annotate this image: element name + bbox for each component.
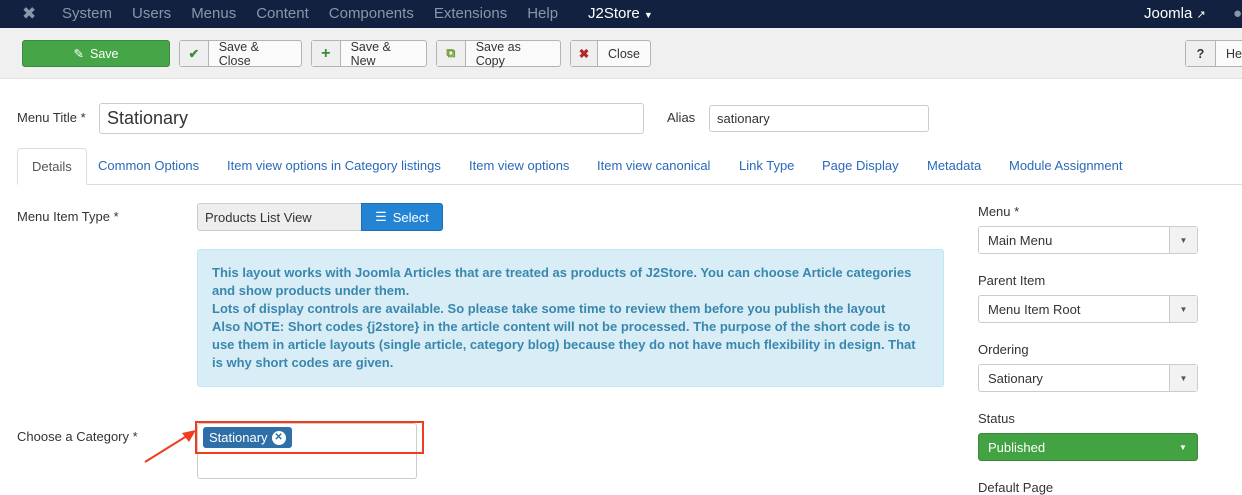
close-button[interactable]: ✖ Close [570,40,651,67]
ordering-label: Ordering [978,342,1029,357]
alias-input[interactable]: sationary [709,105,929,132]
menu-menus[interactable]: Menus [191,5,236,22]
menu-help[interactable]: Help [527,5,558,22]
top-navbar: ✖ System Users Menus Content Components … [0,0,1242,28]
caret-down-icon: ▼ [1169,227,1197,253]
save-new-label: Save & New [350,39,391,68]
parent-item-select[interactable]: Menu Item Root ▼ [978,295,1198,323]
annotation-arrow-icon [144,430,196,463]
tab-page-display[interactable]: Page Display [808,148,913,185]
external-link-icon: ↗ [1196,9,1206,21]
close-label: Close [608,46,640,61]
close-circle-icon: ✖ [571,41,599,66]
tab-bar: Details Common Options Item view options… [17,148,1242,185]
user-icon[interactable]: ● [1233,5,1242,22]
select-label: Select [392,209,429,225]
copy-icon: ⧉ [437,41,466,66]
ordering-value: Sationary [988,370,1043,386]
site-label: Joomla [1144,5,1193,22]
menu-extensions[interactable]: Extensions [434,5,507,22]
toolbar: ✎ Save ✔ Save & Close + Save & New ⧉ Save as… [0,28,1242,79]
parent-item-label: Parent Item [978,273,1046,288]
question-icon: ? [1186,41,1216,66]
save-copy-button[interactable]: ⧉ Save as Copy [436,39,561,68]
menu-item-type-label: Menu Item Type * [17,209,119,224]
tab-link-type[interactable]: Link Type [725,148,808,185]
menu-system[interactable]: System [62,5,112,22]
check-icon: ✔ [180,41,209,66]
caret-down-icon: ▼ [1169,365,1197,391]
caret-down-icon: ▼ [1179,442,1187,452]
save-copy-label: Save as Copy [475,39,521,68]
save-button[interactable]: ✎ Save [22,40,170,67]
status-label: Status [978,411,1015,426]
menu-content[interactable]: Content [256,5,309,22]
menu-label: Menu * [978,204,1020,219]
save-close-label: Save & Close [218,39,259,68]
main-menu: System Users Menus Content Components Ex… [62,5,558,22]
select-type-button[interactable]: ☰ Select [361,203,443,231]
tab-details[interactable]: Details [17,148,87,185]
tab-metadata[interactable]: Metadata [913,148,995,185]
status-select[interactable]: Published ▼ [978,433,1198,461]
menu-title-input[interactable]: Stationary [99,103,644,134]
menu-components[interactable]: Components [329,5,414,22]
site-link[interactable]: Joomla ↗ [1144,5,1206,22]
menu-select[interactable]: Main Menu ▼ [978,226,1198,254]
highlight-box [195,421,424,454]
save-label: Save [89,46,119,61]
menu-users[interactable]: Users [132,5,171,22]
save-new-button[interactable]: + Save & New [311,39,427,68]
info-line: Lots of display controls are available. … [212,301,886,316]
ordering-select[interactable]: Sationary ▼ [978,364,1198,392]
save-close-button[interactable]: ✔ Save & Close [179,39,302,68]
help-button[interactable]: ? Help [1185,40,1242,67]
info-line: Also NOTE: Short codes {j2store} in the … [212,319,916,370]
menu-item-type-value: Products List View [197,203,362,231]
alias-label: Alias [667,110,696,125]
help-label: Help [1226,46,1242,61]
default-page-label: Default Page [978,480,1054,495]
tab-module-assignment[interactable]: Module Assignment [995,148,1136,185]
tab-item-view-options[interactable]: Item view options [455,148,583,185]
list-icon: ☰ [375,209,387,224]
menu-value: Main Menu [988,232,1053,248]
caret-down-icon: ▼ [1169,296,1197,322]
info-alert: This layout works with Joomla Articles t… [197,249,944,387]
category-label: Choose a Category * [17,429,138,444]
j2store-label: J2Store [588,5,640,22]
menu-j2store[interactable]: J2Store ▼ [588,5,653,22]
parent-item-value: Menu Item Root [988,301,1081,317]
info-line: This layout works with Joomla Articles t… [212,265,912,298]
caret-down-icon: ▼ [643,10,653,20]
tab-item-view-canonical[interactable]: Item view canonical [583,148,724,185]
status-value: Published [988,439,1046,455]
joomla-logo-icon[interactable]: ✖ [22,4,36,24]
menu-title-label: Menu Title * [17,110,86,125]
tab-common-options[interactable]: Common Options [84,148,213,185]
plus-icon: + [312,41,341,66]
edit-icon: ✎ [73,47,84,61]
tab-category-listings[interactable]: Item view options in Category listings [213,148,455,185]
